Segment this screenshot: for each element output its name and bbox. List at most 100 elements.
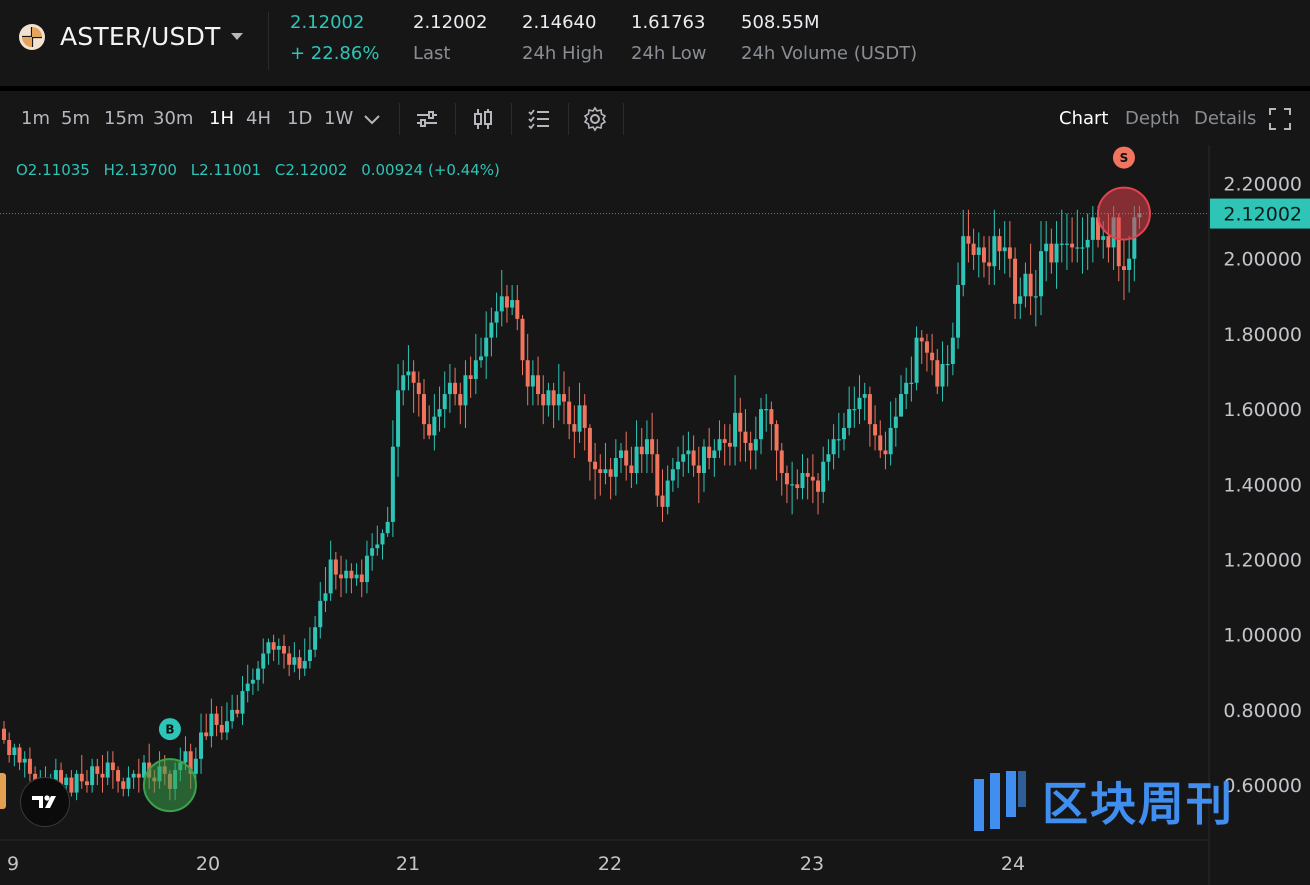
candle-body: [644, 439, 649, 455]
candle-body: [484, 337, 489, 357]
candle-body: [131, 773, 136, 778]
candle-body: [981, 247, 986, 263]
stat-value: 1.61763: [631, 12, 706, 33]
watermark: 区块周刊: [972, 768, 1234, 834]
y-tick-label: 1.80000: [1223, 324, 1302, 346]
side-panel-tab[interactable]: [0, 773, 6, 809]
candle-body: [572, 424, 577, 432]
candle-body: [7, 739, 12, 756]
candle-body: [427, 424, 432, 436]
candle-body: [676, 461, 681, 470]
candle-body: [1101, 236, 1106, 240]
candle-body: [105, 762, 110, 778]
candle-body: [401, 375, 406, 391]
candle-body: [613, 457, 618, 477]
candle-body: [525, 360, 530, 387]
checklist-icon[interactable]: [526, 106, 552, 132]
timeframe-1d[interactable]: 1D: [287, 108, 312, 129]
candle-body: [841, 427, 846, 440]
tradingview-logo[interactable]: [20, 777, 70, 827]
candle-body: [784, 473, 789, 485]
indicator-icon[interactable]: [414, 106, 440, 132]
candle-body: [878, 435, 883, 451]
candle-body: [214, 713, 219, 725]
pair-name: ASTER/USDT: [60, 22, 221, 51]
candle-body: [250, 679, 255, 684]
candle-body: [281, 645, 286, 654]
candle-body: [370, 548, 375, 556]
candle-body: [1075, 247, 1080, 249]
candle-body: [1013, 258, 1018, 304]
candle-body: [598, 469, 603, 474]
candle-body: [276, 645, 281, 650]
candle-body: [603, 469, 608, 474]
buy-badge-label: B: [165, 723, 174, 737]
candle-body: [90, 766, 95, 786]
candle-body: [458, 394, 463, 406]
tab-details[interactable]: Details: [1194, 108, 1256, 129]
candle-body: [1023, 273, 1028, 297]
candle-body: [100, 773, 105, 778]
candle-body: [748, 442, 753, 451]
candle-body: [707, 446, 712, 458]
candle-body: [655, 454, 660, 496]
candle-body: [209, 713, 214, 737]
candle-body: [385, 521, 390, 534]
candle-body: [847, 409, 852, 428]
tab-depth[interactable]: Depth: [1125, 108, 1180, 129]
x-tick-label: 20: [196, 853, 220, 875]
y-tick-label: 0.60000: [1223, 775, 1302, 797]
candle-body: [722, 439, 727, 443]
timeframe-1h[interactable]: 1H: [209, 108, 234, 129]
candle-body: [810, 476, 815, 481]
candle-type-icon[interactable]: [470, 106, 496, 132]
candle-body: [629, 465, 634, 474]
candle-body: [857, 397, 862, 410]
candle-body: [245, 683, 250, 692]
stat-label: 24h High: [522, 43, 604, 64]
timeframe-15m[interactable]: 15m: [104, 108, 144, 129]
candle-body: [873, 424, 878, 436]
candle-body: [1070, 243, 1075, 248]
candle-body: [660, 495, 665, 507]
candle-body: [1085, 239, 1090, 248]
candle-body: [821, 461, 826, 492]
timeframe-1m[interactable]: 1m: [21, 108, 50, 129]
candle-body: [909, 382, 914, 384]
aster-coin-icon: [19, 23, 45, 50]
candle-body: [380, 533, 385, 545]
chevron-down-icon[interactable]: [230, 33, 243, 40]
fullscreen-icon[interactable]: [1267, 106, 1293, 132]
candle-body: [411, 371, 416, 383]
candle-body: [701, 446, 706, 474]
candle-body: [738, 412, 743, 432]
candle-body: [935, 360, 940, 387]
tab-chart[interactable]: Chart: [1059, 108, 1108, 129]
candle-body: [624, 450, 629, 466]
candle-body: [665, 480, 670, 507]
candle-body: [375, 544, 380, 549]
gear-icon[interactable]: [582, 106, 608, 132]
candle-body: [987, 262, 992, 267]
candle-body: [313, 627, 318, 650]
candle-body: [930, 352, 935, 361]
timeframe-5m[interactable]: 5m: [61, 108, 90, 129]
candle-body: [287, 653, 292, 665]
timeframe-4h[interactable]: 4H: [246, 108, 271, 129]
candle-body: [515, 300, 520, 319]
candle-body: [396, 390, 401, 447]
candle-body: [261, 653, 266, 669]
candle-body: [831, 439, 836, 455]
candle-body: [318, 600, 323, 628]
chevron-down-icon[interactable]: [359, 106, 385, 132]
candle-body: [914, 337, 919, 383]
watermark-text: 区块周刊: [1042, 777, 1234, 831]
candle-body: [235, 709, 240, 714]
timeframe-1w[interactable]: 1W: [324, 108, 353, 129]
candle-body: [608, 469, 613, 477]
pair-selector[interactable]: ASTER/USDT: [18, 22, 243, 51]
candle-body: [22, 758, 27, 763]
candle-body: [1106, 236, 1111, 248]
timeframe-30m[interactable]: 30m: [153, 108, 193, 129]
candle-body: [323, 593, 328, 601]
